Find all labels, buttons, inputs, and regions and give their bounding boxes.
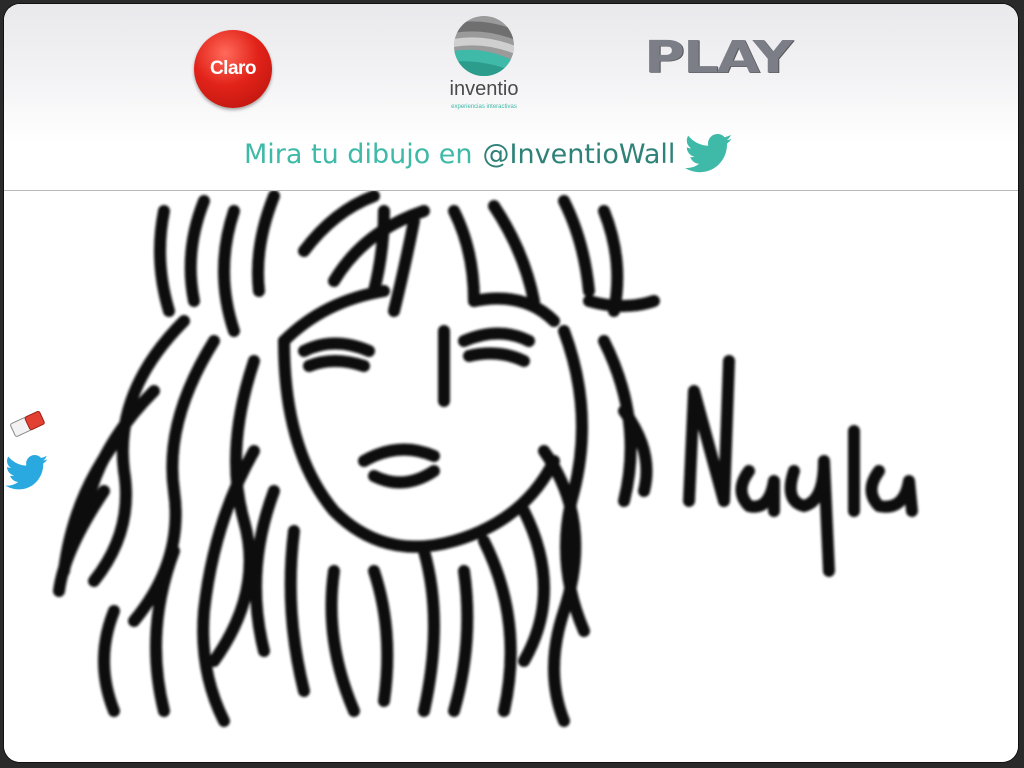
claro-logo: Claro — [194, 30, 272, 108]
tagline: Mira tu dibujo en @InventioWall — [244, 134, 733, 174]
twitter-bird-icon — [685, 134, 733, 174]
inventio-logo: inventio experiencias interactivas — [434, 14, 534, 120]
eraser-icon — [10, 410, 45, 437]
inventio-globe-icon — [454, 16, 514, 76]
inventio-tagline: experiencias interactivas — [451, 104, 517, 110]
twitter-bird-icon — [5, 455, 48, 490]
app-frame: Claro inventio experiencias interactivas… — [4, 4, 1018, 762]
sketch-drawing — [53, 191, 918, 727]
header-bar: Claro inventio experiencias interactivas… — [4, 4, 1018, 191]
drawing-canvas[interactable] — [4, 191, 1018, 762]
tagline-prefix: Mira tu dibujo en — [244, 138, 473, 170]
claro-logo-text: Claro — [209, 58, 257, 79]
share-twitter-button[interactable] — [4, 453, 50, 493]
inventio-wordmark: inventio — [449, 78, 519, 100]
play-logo: PLAY — [644, 31, 793, 84]
eraser-button[interactable] — [4, 403, 50, 443]
twitter-handle: @InventioWall — [482, 138, 676, 170]
